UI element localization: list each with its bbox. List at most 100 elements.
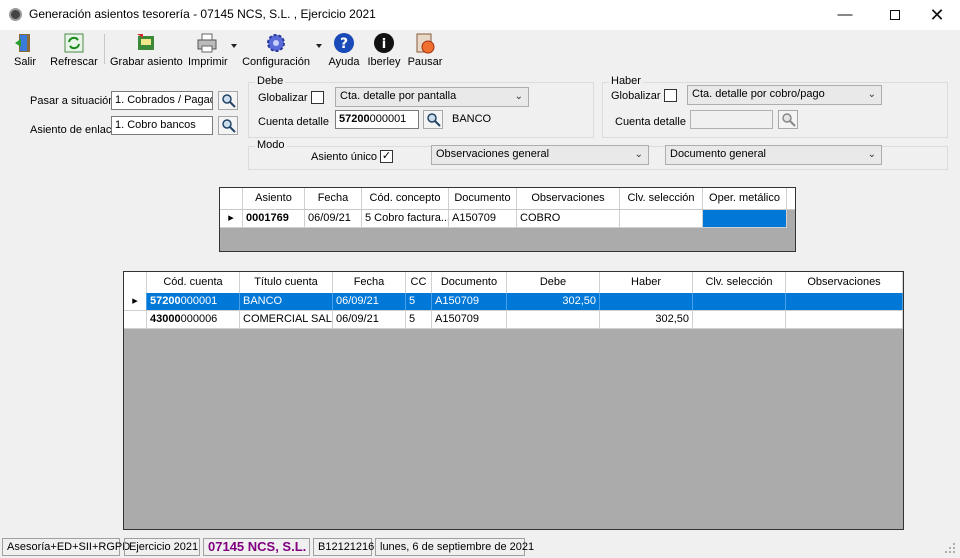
configuracion-button[interactable]: Configuración	[242, 30, 310, 70]
cell-documento[interactable]: A150709	[432, 293, 507, 310]
table-row[interactable]: ▸ 57200000001 BANCO 06/09/21 5 A150709 3…	[124, 293, 903, 311]
cell-clv-seleccion[interactable]	[620, 210, 703, 227]
cell-fecha[interactable]: 06/09/21	[305, 210, 362, 227]
maximize-button[interactable]	[872, 0, 918, 30]
iberley-logo-icon: i	[374, 33, 394, 53]
col-header-clv-seleccion[interactable]: Clv. selección	[620, 188, 703, 209]
cell-fecha[interactable]: 06/09/21	[333, 311, 406, 328]
debe-globalizar-checkbox[interactable]	[311, 91, 324, 104]
grabar-asiento-button[interactable]: Grabar asiento	[110, 30, 183, 70]
iberley-button[interactable]: i Iberley	[366, 30, 402, 70]
col-header-observaciones[interactable]: Observaciones	[517, 188, 620, 209]
imprimir-dropdown-arrow[interactable]	[231, 44, 237, 48]
cell-cc[interactable]: 5	[406, 293, 432, 310]
cell-cod-cuenta[interactable]: 57200000001	[147, 293, 240, 310]
cell-documento[interactable]: A150709	[449, 210, 517, 227]
asiento-enlace-field[interactable]: 1. Cobro bancos	[111, 116, 213, 135]
haber-mode-combo[interactable]: Cta. detalle por cobro/pago ⌄	[687, 85, 882, 105]
col-header-titulo-cuenta[interactable]: Título cuenta	[240, 272, 333, 293]
col-header-fecha[interactable]: Fecha	[333, 272, 406, 293]
current-row-arrow-icon: ▸	[124, 293, 147, 310]
pausar-button[interactable]: Pausar	[407, 30, 443, 70]
table-row[interactable]: ▸ 0001769 06/09/21 5 Cobro factura... A1…	[220, 210, 787, 228]
cell-cod-concepto[interactable]: 5 Cobro factura...	[362, 210, 449, 227]
asiento-unico-label: Asiento único	[311, 151, 378, 163]
help-icon: ?	[334, 33, 354, 53]
col-header-clv-seleccion[interactable]: Clv. selección	[693, 272, 786, 293]
asiento-unico-checkbox[interactable]: ✓	[380, 150, 393, 163]
debe-cuenta-field[interactable]: 57200000001	[335, 110, 419, 129]
debe-cuenta-label: Cuenta detalle	[258, 116, 329, 128]
magnifier-icon	[782, 113, 796, 127]
col-header-documento[interactable]: Documento	[449, 188, 517, 209]
col-header-fecha[interactable]: Fecha	[305, 188, 362, 209]
minimize-button[interactable]: —	[822, 0, 868, 30]
lineas-grid-header: Cód. cuenta Título cuenta Fecha CC Docum…	[124, 272, 903, 294]
status-company: 07145 NCS, S.L.	[203, 538, 310, 556]
cell-asiento[interactable]: 0001769	[243, 210, 305, 227]
table-row[interactable]: 43000000006 COMERCIAL SAL... 06/09/21 5 …	[124, 311, 903, 329]
pasar-situacion-label: Pasar a situación	[30, 95, 115, 107]
cell-fecha[interactable]: 06/09/21	[333, 293, 406, 310]
col-header-oper-metalico[interactable]: Oper. metálico	[703, 188, 787, 209]
haber-globalizar-checkbox[interactable]	[664, 89, 677, 102]
row-indicator-header	[124, 272, 147, 293]
asiento-grid: Asiento Fecha Cód. concepto Documento Ob…	[219, 187, 796, 252]
cell-cod-cuenta[interactable]: 43000000006	[147, 311, 240, 328]
resize-grip-icon[interactable]	[944, 542, 956, 554]
cell-oper-metalico[interactable]	[703, 210, 787, 227]
magnifier-icon	[222, 119, 236, 133]
col-header-cod-concepto[interactable]: Cód. concepto	[362, 188, 449, 209]
col-header-observaciones[interactable]: Observaciones	[786, 272, 903, 293]
exit-door-icon	[15, 34, 30, 52]
configuracion-dropdown-arrow[interactable]	[316, 44, 322, 48]
cell-clv-seleccion[interactable]	[693, 293, 786, 310]
status-bar: Asesoría+ED+SII+RGPD Ejercicio 2021 0714…	[0, 536, 960, 558]
status-cif: B12121216	[313, 538, 374, 556]
salir-button[interactable]: Salir	[10, 30, 40, 70]
cell-observaciones[interactable]	[786, 311, 903, 328]
asiento-grid-header: Asiento Fecha Cód. concepto Documento Ob…	[220, 188, 795, 210]
col-header-documento[interactable]: Documento	[432, 272, 507, 293]
svg-text:i: i	[382, 37, 386, 52]
col-header-haber[interactable]: Haber	[600, 272, 693, 293]
cell-observaciones[interactable]	[786, 293, 903, 310]
pasar-situacion-search-button[interactable]	[218, 91, 238, 110]
cell-debe[interactable]: 302,50	[507, 293, 600, 310]
haber-cuenta-search-button[interactable]	[778, 110, 798, 129]
status-date: lunes, 6 de septiembre de 2021	[375, 538, 534, 556]
debe-globalizar-label: Globalizar	[258, 92, 308, 104]
documento-combo[interactable]: Documento general ⌄	[665, 145, 882, 165]
lineas-grid: Cód. cuenta Título cuenta Fecha CC Docum…	[123, 271, 904, 530]
refrescar-button[interactable]: Refrescar	[48, 30, 100, 70]
cell-documento[interactable]: A150709	[432, 311, 507, 328]
cell-titulo-cuenta[interactable]: COMERCIAL SAL...	[240, 311, 333, 328]
app-icon	[9, 8, 22, 21]
haber-cuenta-field[interactable]	[690, 110, 773, 129]
cell-clv-seleccion[interactable]	[693, 311, 786, 328]
col-header-asiento[interactable]: Asiento	[243, 188, 305, 209]
cell-debe[interactable]	[507, 311, 600, 328]
debe-cuenta-search-button[interactable]	[423, 110, 443, 129]
printer-icon	[197, 33, 217, 53]
observaciones-combo[interactable]: Observaciones general ⌄	[431, 145, 649, 165]
asiento-enlace-search-button[interactable]	[218, 116, 238, 135]
cell-cc[interactable]: 5	[406, 311, 432, 328]
col-header-cod-cuenta[interactable]: Cód. cuenta	[147, 272, 240, 293]
chevron-down-icon: ⌄	[867, 89, 876, 100]
asiento-enlace-label: Asiento de enlace	[30, 124, 118, 136]
status-product: Asesoría+ED+SII+RGPD	[2, 538, 130, 556]
cell-titulo-cuenta[interactable]: BANCO	[240, 293, 333, 310]
debe-mode-combo[interactable]: Cta. detalle por pantalla ⌄	[335, 87, 529, 107]
col-header-cc[interactable]: CC	[406, 272, 432, 293]
col-header-debe[interactable]: Debe	[507, 272, 600, 293]
window-title: Generación asientos tesorería - 07145 NC…	[29, 7, 376, 21]
close-button[interactable]: ✕	[914, 0, 960, 30]
imprimir-button[interactable]: Imprimir	[188, 30, 228, 70]
toolbar-separator	[104, 34, 105, 64]
cell-haber[interactable]	[600, 293, 693, 310]
cell-observaciones[interactable]: COBRO	[517, 210, 620, 227]
pasar-situacion-field[interactable]: 1. Cobrados / Pagados	[111, 91, 213, 110]
ayuda-button[interactable]: ? Ayuda	[327, 30, 361, 70]
cell-haber[interactable]: 302,50	[600, 311, 693, 328]
